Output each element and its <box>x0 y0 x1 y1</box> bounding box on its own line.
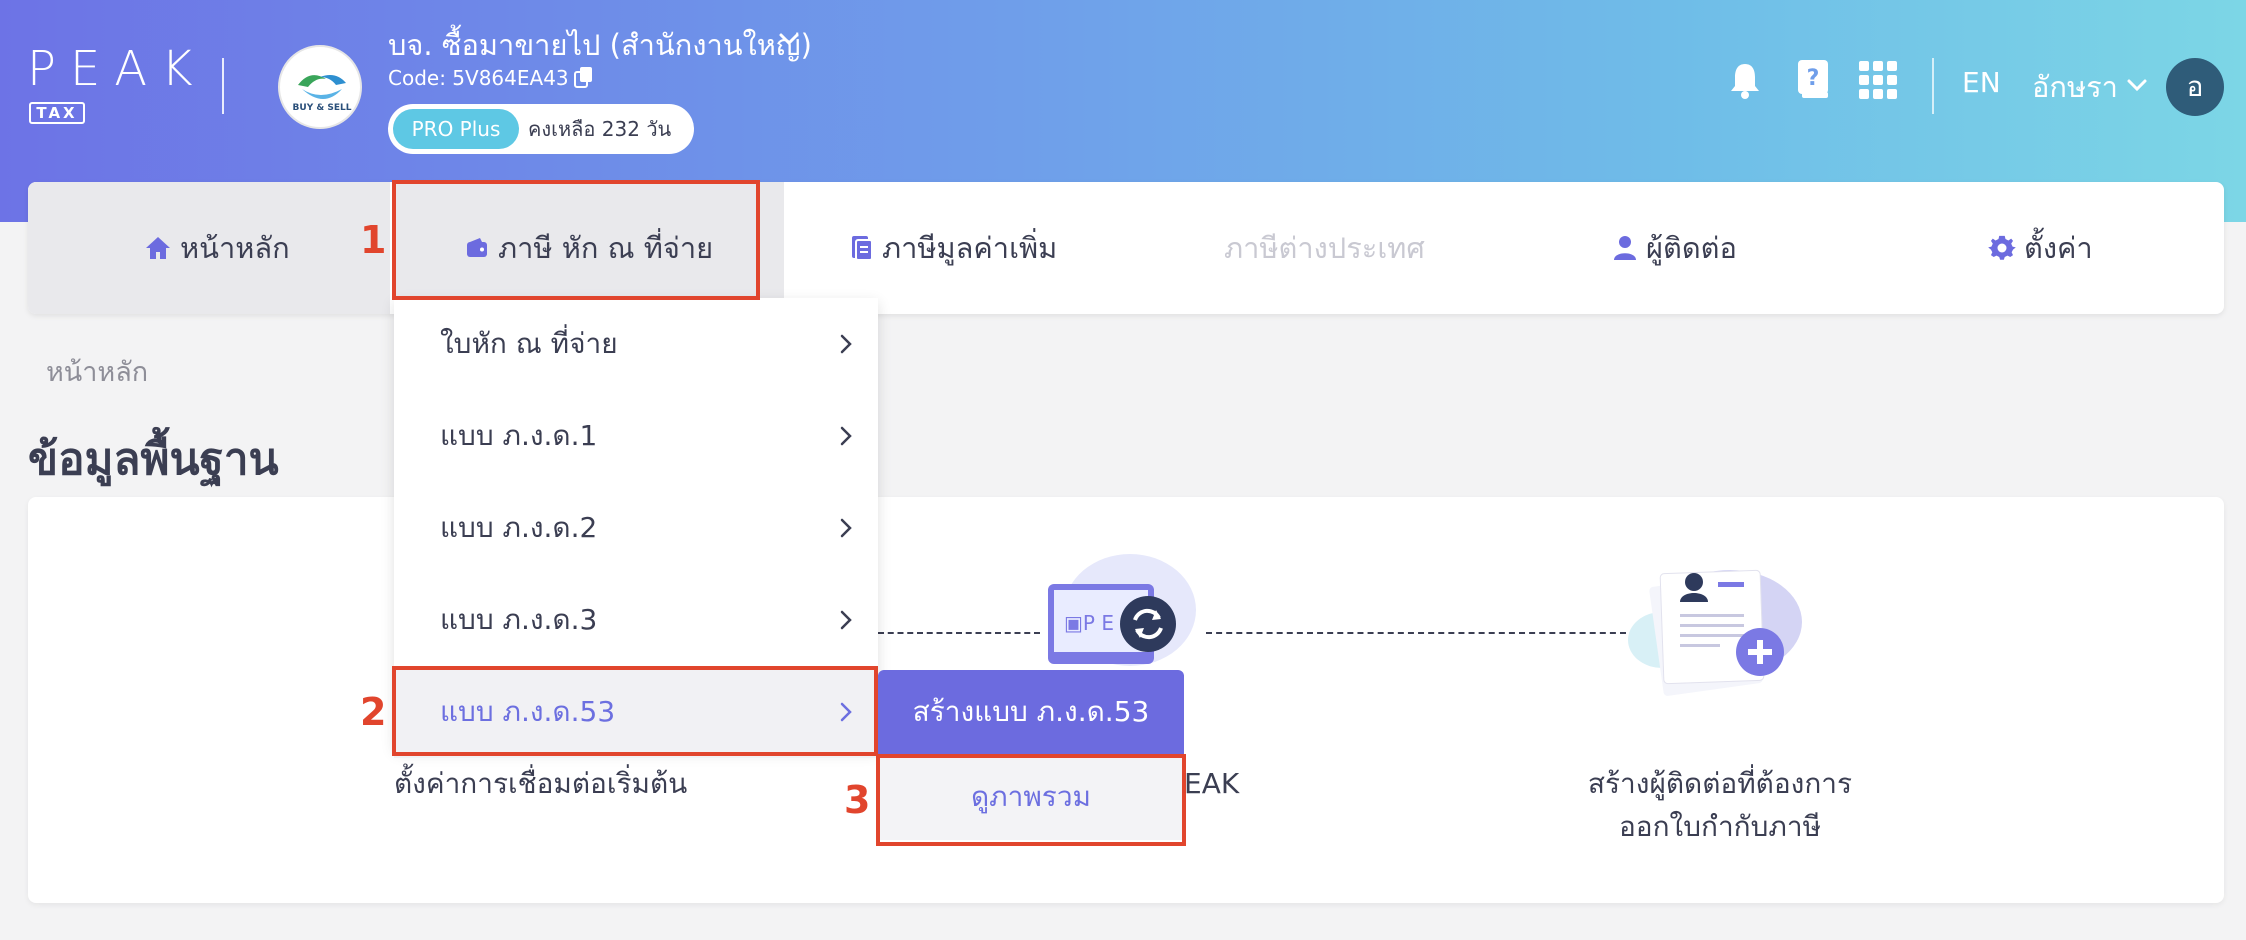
menu-item-label: แบบ ภ.ง.ด.2 <box>440 511 598 544</box>
nav-item-settings[interactable]: ตั้งค่า <box>1988 182 2093 314</box>
add-contact-illustration <box>1628 569 1802 696</box>
menu-item-label: ใบหัก ณ ที่จ่าย <box>440 327 618 360</box>
step-connector-1 <box>878 632 1040 634</box>
menu-item-label: แบบ ภ.ง.ด.1 <box>440 419 598 452</box>
nav-item-label: ผู้ติดต่อ <box>1646 231 1737 265</box>
callout-number-1: 1 <box>360 218 387 262</box>
nav-item-label: หน้าหลัก <box>180 231 290 265</box>
page-title: ข้อมูลพื้นฐาน <box>28 434 279 485</box>
language-switch[interactable]: EN <box>1962 66 2001 99</box>
step-connector-2 <box>1206 632 1626 634</box>
avatar[interactable]: อ <box>2166 58 2224 116</box>
document-icon <box>852 236 873 261</box>
header-divider <box>222 58 224 114</box>
callout-number-3: 3 <box>844 778 871 822</box>
nav-item-label: ภาษีมูลค่าเพิ่ม <box>882 231 1058 265</box>
home-icon <box>146 237 170 259</box>
apps-grid-icon[interactable] <box>1858 60 1898 100</box>
svg-text:▣P E: ▣P E <box>1064 611 1114 635</box>
logo-tax-label: TAX <box>29 102 85 124</box>
user-name[interactable]: อักษรา <box>2032 64 2118 110</box>
chevron-right-icon <box>840 610 852 630</box>
gear-icon <box>1988 235 2016 260</box>
callout-box-3 <box>876 754 1186 846</box>
user-icon <box>1614 236 1636 260</box>
nav-item-home[interactable]: หน้าหลัก <box>144 182 290 314</box>
user-chevron-down-icon[interactable] <box>2124 72 2150 98</box>
plan-status-pill: PRO Plus คงเหลือ 232 วัน <box>388 104 694 154</box>
chevron-right-icon <box>840 426 852 446</box>
plan-remaining: คงเหลือ 232 วัน <box>528 117 672 141</box>
callout-number-2: 2 <box>360 690 387 734</box>
menu-item-pnd3[interactable]: แบบ ภ.ง.ด.3 <box>394 574 878 666</box>
create-pnd53-button[interactable]: สร้างแบบ ภ.ง.ด.53 <box>878 670 1184 754</box>
step-3-text-line2: ออกใบกำกับภาษี <box>1618 810 1822 843</box>
company-code: Code: 5V864EA43 <box>388 66 569 90</box>
callout-box-1 <box>392 180 760 300</box>
company-logo-text: BUY & SELL <box>292 103 352 113</box>
main-nav: หน้าหลัก ภาษี หัก ณ ที่จ่าย ภาษีมูลค่าเพ… <box>28 182 2224 314</box>
menu-item-label: แบบ ภ.ง.ด.3 <box>440 603 598 636</box>
help-book-icon[interactable]: ? <box>1796 58 1830 100</box>
logo-text: PEAK <box>27 41 207 97</box>
callout-box-2 <box>392 666 878 756</box>
plan-badge: PRO Plus <box>393 109 519 149</box>
menu-item-pnd1[interactable]: แบบ ภ.ง.ด.1 <box>394 390 878 482</box>
step-1-text: ตั้งค่าการเชื่อมต่อเริ่มต้น <box>394 767 688 800</box>
step-3-text-line1: สร้างผู้ติดต่อที่ต้องการ <box>1587 767 1853 800</box>
company-chevron-down-icon[interactable] <box>776 26 802 52</box>
chevron-right-icon <box>840 334 852 354</box>
header-divider-right <box>1932 58 1934 114</box>
peak-logo[interactable]: PEAK TAX <box>27 44 197 124</box>
copy-icon[interactable] <box>574 66 594 88</box>
breadcrumb[interactable]: หน้าหลัก <box>46 350 148 393</box>
chevron-right-icon <box>840 518 852 538</box>
bell-icon[interactable] <box>1728 60 1762 100</box>
nav-item-contacts[interactable]: ผู้ติดต่อ <box>1612 182 1737 314</box>
menu-item-withholding-certificate[interactable]: ใบหัก ณ ที่จ่าย <box>394 298 878 390</box>
company-name[interactable]: บจ. ซื้อมาขายไป (สำนักงานใหญ่) <box>388 22 812 68</box>
nav-item-label: ภาษีต่างประเทศ <box>1224 231 1425 265</box>
svg-text:?: ? <box>1807 66 1820 91</box>
company-logo: BUY & SELL <box>278 45 362 129</box>
step-2-text: EAK <box>1184 767 1240 800</box>
sync-illustration: ▣P E <box>1048 554 1196 666</box>
nav-item-vat[interactable]: ภาษีมูลค่าเพิ่ม <box>848 182 1057 314</box>
nav-item-foreign-tax: ภาษีต่างประเทศ <box>1224 182 1425 314</box>
nav-item-label: ตั้งค่า <box>2024 231 2093 265</box>
menu-item-pnd2[interactable]: แบบ ภ.ง.ด.2 <box>394 482 878 574</box>
